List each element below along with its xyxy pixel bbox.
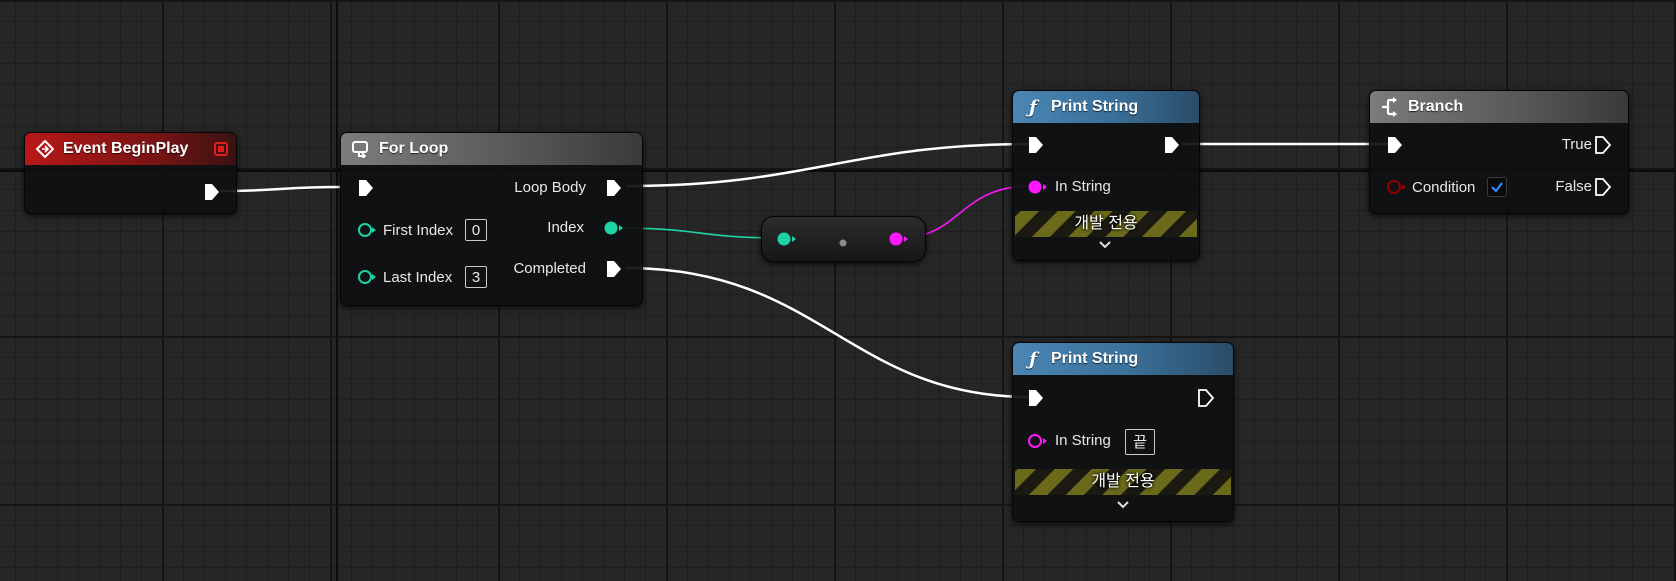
index-label: Index [547, 219, 584, 236]
exec-wire-loopbody-to-printstring[interactable] [626, 142, 1031, 188]
exec-output-pin-unconnected[interactable] [1197, 388, 1215, 413]
exec-input-pin[interactable] [1027, 135, 1045, 160]
function-icon: ƒ [1029, 348, 1037, 370]
condition-pin[interactable] [1386, 179, 1408, 200]
first-index-label: First Index [383, 222, 454, 239]
last-index-label: Last Index [383, 269, 453, 286]
event-beginplay-header[interactable]: Event BeginPlay [25, 133, 236, 165]
conversion-input-pin[interactable] [776, 231, 798, 252]
in-string-pin[interactable] [1027, 179, 1049, 200]
in-string-value[interactable]: 끝 [1125, 429, 1155, 455]
print-string-title-2: Print String [1051, 350, 1139, 367]
function-icon: ƒ [1029, 96, 1037, 118]
for-loop-title: For Loop [379, 140, 449, 157]
print-string-title-1: Print String [1051, 98, 1139, 115]
loop-body-label: Loop Body [514, 179, 586, 196]
condition-label: Condition [1412, 179, 1476, 196]
conversion-node-icon [838, 235, 848, 253]
exec-wire-beginplay-to-forloop[interactable] [219, 185, 341, 193]
graph-axis-vertical [336, 0, 338, 581]
false-label: False [1555, 178, 1592, 195]
branch-node[interactable]: Branch Condition True False [1369, 90, 1629, 214]
index-output-pin[interactable] [603, 220, 625, 241]
print-string-node-2[interactable]: ƒ Print String In String 끝 개발 전용 [1012, 342, 1234, 522]
last-index-value[interactable]: 3 [465, 266, 487, 288]
last-index-pin[interactable] [357, 269, 377, 290]
true-label: True [1561, 136, 1592, 153]
conversion-node[interactable] [761, 216, 926, 262]
exec-input-pin[interactable] [357, 178, 375, 203]
first-index-value[interactable]: 0 [465, 219, 487, 241]
exec-output-pin[interactable] [1163, 135, 1181, 160]
branch-icon [1380, 97, 1400, 117]
wire-layer [219, 142, 1388, 399]
event-beginplay-node[interactable]: Event BeginPlay [24, 132, 237, 214]
chevron-down-icon[interactable] [1098, 239, 1112, 253]
in-string-label: In String [1055, 178, 1111, 195]
exec-output-pin[interactable] [203, 182, 221, 207]
completed-exec-pin[interactable] [605, 259, 623, 284]
condition-checkbox[interactable] [1487, 177, 1507, 197]
true-exec-pin[interactable] [1594, 135, 1612, 160]
loop-body-exec-pin[interactable] [605, 178, 623, 203]
false-exec-pin[interactable] [1594, 177, 1612, 202]
exec-wire-completed-to-printstring2[interactable] [626, 266, 1031, 399]
for-loop-node[interactable]: For Loop First Index 0 Last Index 3 Loop… [340, 132, 643, 306]
in-string-label: In String [1055, 432, 1111, 449]
print-string-header-1[interactable]: ƒ Print String [1013, 91, 1199, 123]
completed-label: Completed [513, 260, 586, 277]
loop-icon [351, 139, 371, 159]
event-beginplay-title: Event BeginPlay [63, 140, 189, 157]
print-string-node-1[interactable]: ƒ Print String In String 개발 전용 [1012, 90, 1200, 261]
event-icon [35, 139, 55, 159]
development-only-banner: 개발 전용 [1015, 211, 1197, 237]
exec-input-pin[interactable] [1027, 388, 1045, 413]
chevron-down-icon[interactable] [1116, 499, 1130, 513]
delegate-pin[interactable] [213, 141, 229, 162]
branch-header[interactable]: Branch [1370, 91, 1628, 123]
branch-title: Branch [1408, 98, 1464, 115]
for-loop-header[interactable]: For Loop [341, 133, 642, 165]
first-index-pin[interactable] [357, 222, 377, 243]
conversion-output-pin[interactable] [888, 231, 910, 252]
in-string-pin-unconnected[interactable] [1027, 433, 1049, 454]
development-only-banner: 개발 전용 [1015, 469, 1231, 495]
print-string-header-2[interactable]: ƒ Print String [1013, 343, 1233, 375]
exec-input-pin[interactable] [1386, 135, 1404, 160]
